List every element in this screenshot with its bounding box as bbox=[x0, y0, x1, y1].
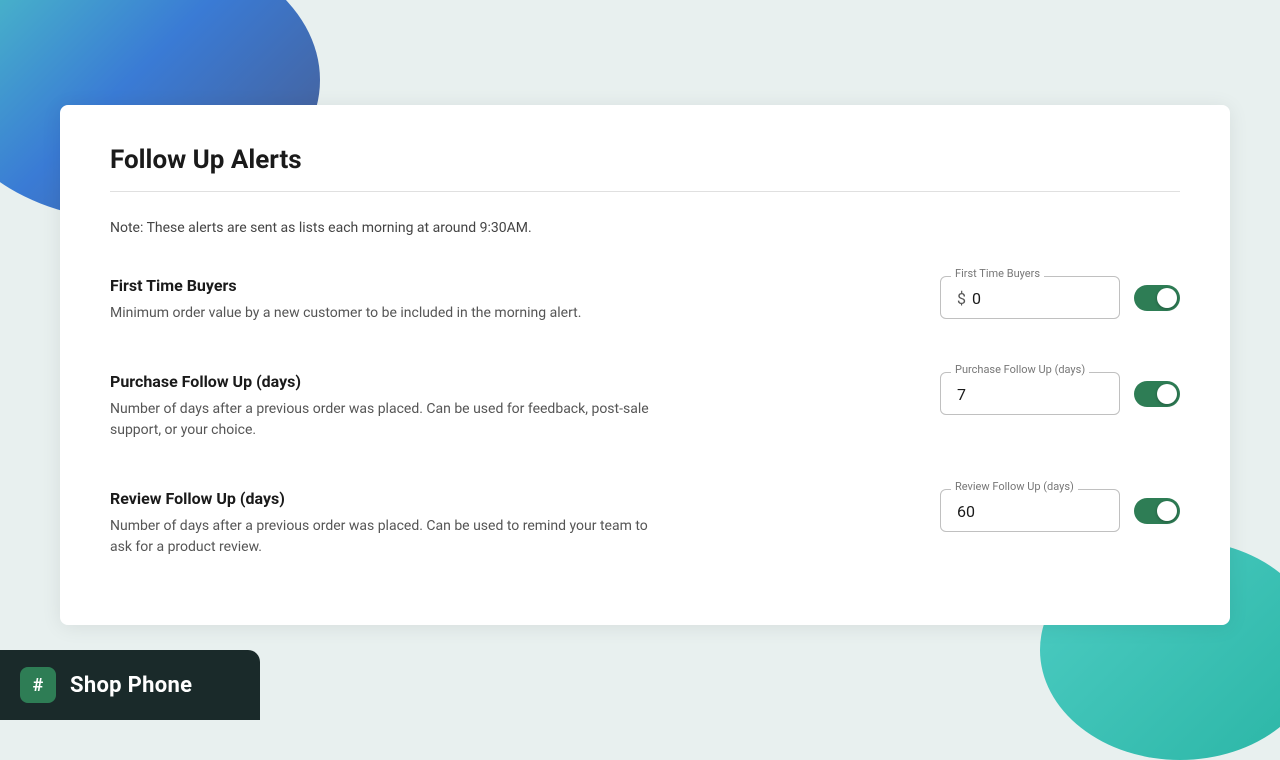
page-title: Follow Up Alerts bbox=[110, 145, 1180, 175]
main-card: Follow Up Alerts Note: These alerts are … bbox=[60, 105, 1230, 625]
alert-subtitle-purchase-follow-up: Number of days after a previous order wa… bbox=[110, 399, 670, 441]
alert-description-review-follow-up: Review Follow Up (days) Number of days a… bbox=[110, 489, 670, 558]
alert-control-first-time-buyers: First Time Buyers $ 0 bbox=[940, 276, 1180, 319]
toggle-purchase-follow-up[interactable] bbox=[1134, 381, 1180, 407]
bottom-bar: # Shop Phone bbox=[0, 650, 260, 720]
field-label-purchase-follow-up: Purchase Follow Up (days) bbox=[951, 363, 1089, 376]
app-icon: # bbox=[20, 667, 56, 703]
toggle-review-follow-up[interactable] bbox=[1134, 498, 1180, 524]
alert-row-purchase-follow-up: Purchase Follow Up (days) Number of days… bbox=[110, 372, 1180, 441]
alert-control-review-follow-up: Review Follow Up (days) 60 bbox=[940, 489, 1180, 532]
field-group-review-follow-up[interactable]: Review Follow Up (days) 60 bbox=[940, 489, 1120, 532]
title-divider bbox=[110, 191, 1180, 192]
toggle-knob-purchase-follow-up bbox=[1157, 384, 1177, 404]
alerts-container: First Time Buyers Minimum order value by… bbox=[110, 276, 1180, 558]
field-group-purchase-follow-up[interactable]: Purchase Follow Up (days) 7 bbox=[940, 372, 1120, 415]
field-value-first-time-buyers: $ 0 bbox=[957, 285, 1103, 308]
alert-title-first-time-buyers: First Time Buyers bbox=[110, 276, 581, 295]
alert-subtitle-first-time-buyers: Minimum order value by a new customer to… bbox=[110, 303, 581, 324]
toggle-first-time-buyers[interactable] bbox=[1134, 285, 1180, 311]
alert-title-purchase-follow-up: Purchase Follow Up (days) bbox=[110, 372, 670, 391]
toggle-knob-review-follow-up bbox=[1157, 501, 1177, 521]
alert-control-purchase-follow-up: Purchase Follow Up (days) 7 bbox=[940, 372, 1180, 415]
alert-row-review-follow-up: Review Follow Up (days) Number of days a… bbox=[110, 489, 1180, 558]
app-name: Shop Phone bbox=[70, 673, 192, 698]
alert-subtitle-review-follow-up: Number of days after a previous order wa… bbox=[110, 516, 670, 558]
field-label-review-follow-up: Review Follow Up (days) bbox=[951, 480, 1078, 493]
field-number-review-follow-up: 60 bbox=[957, 502, 975, 521]
field-label-first-time-buyers: First Time Buyers bbox=[951, 267, 1044, 280]
note-text: Note: These alerts are sent as lists eac… bbox=[110, 220, 1180, 236]
toggle-knob-first-time-buyers bbox=[1157, 288, 1177, 308]
field-value-purchase-follow-up: 7 bbox=[957, 381, 1103, 404]
field-number-first-time-buyers: 0 bbox=[972, 289, 981, 308]
alert-description-purchase-follow-up: Purchase Follow Up (days) Number of days… bbox=[110, 372, 670, 441]
field-group-first-time-buyers[interactable]: First Time Buyers $ 0 bbox=[940, 276, 1120, 319]
field-number-purchase-follow-up: 7 bbox=[957, 385, 966, 404]
app-icon-symbol: # bbox=[33, 675, 44, 696]
alert-row-first-time-buyers: First Time Buyers Minimum order value by… bbox=[110, 276, 1180, 324]
field-value-review-follow-up: 60 bbox=[957, 498, 1103, 521]
field-currency-first-time-buyers: $ bbox=[957, 289, 966, 308]
alert-title-review-follow-up: Review Follow Up (days) bbox=[110, 489, 670, 508]
alert-description-first-time-buyers: First Time Buyers Minimum order value by… bbox=[110, 276, 581, 324]
